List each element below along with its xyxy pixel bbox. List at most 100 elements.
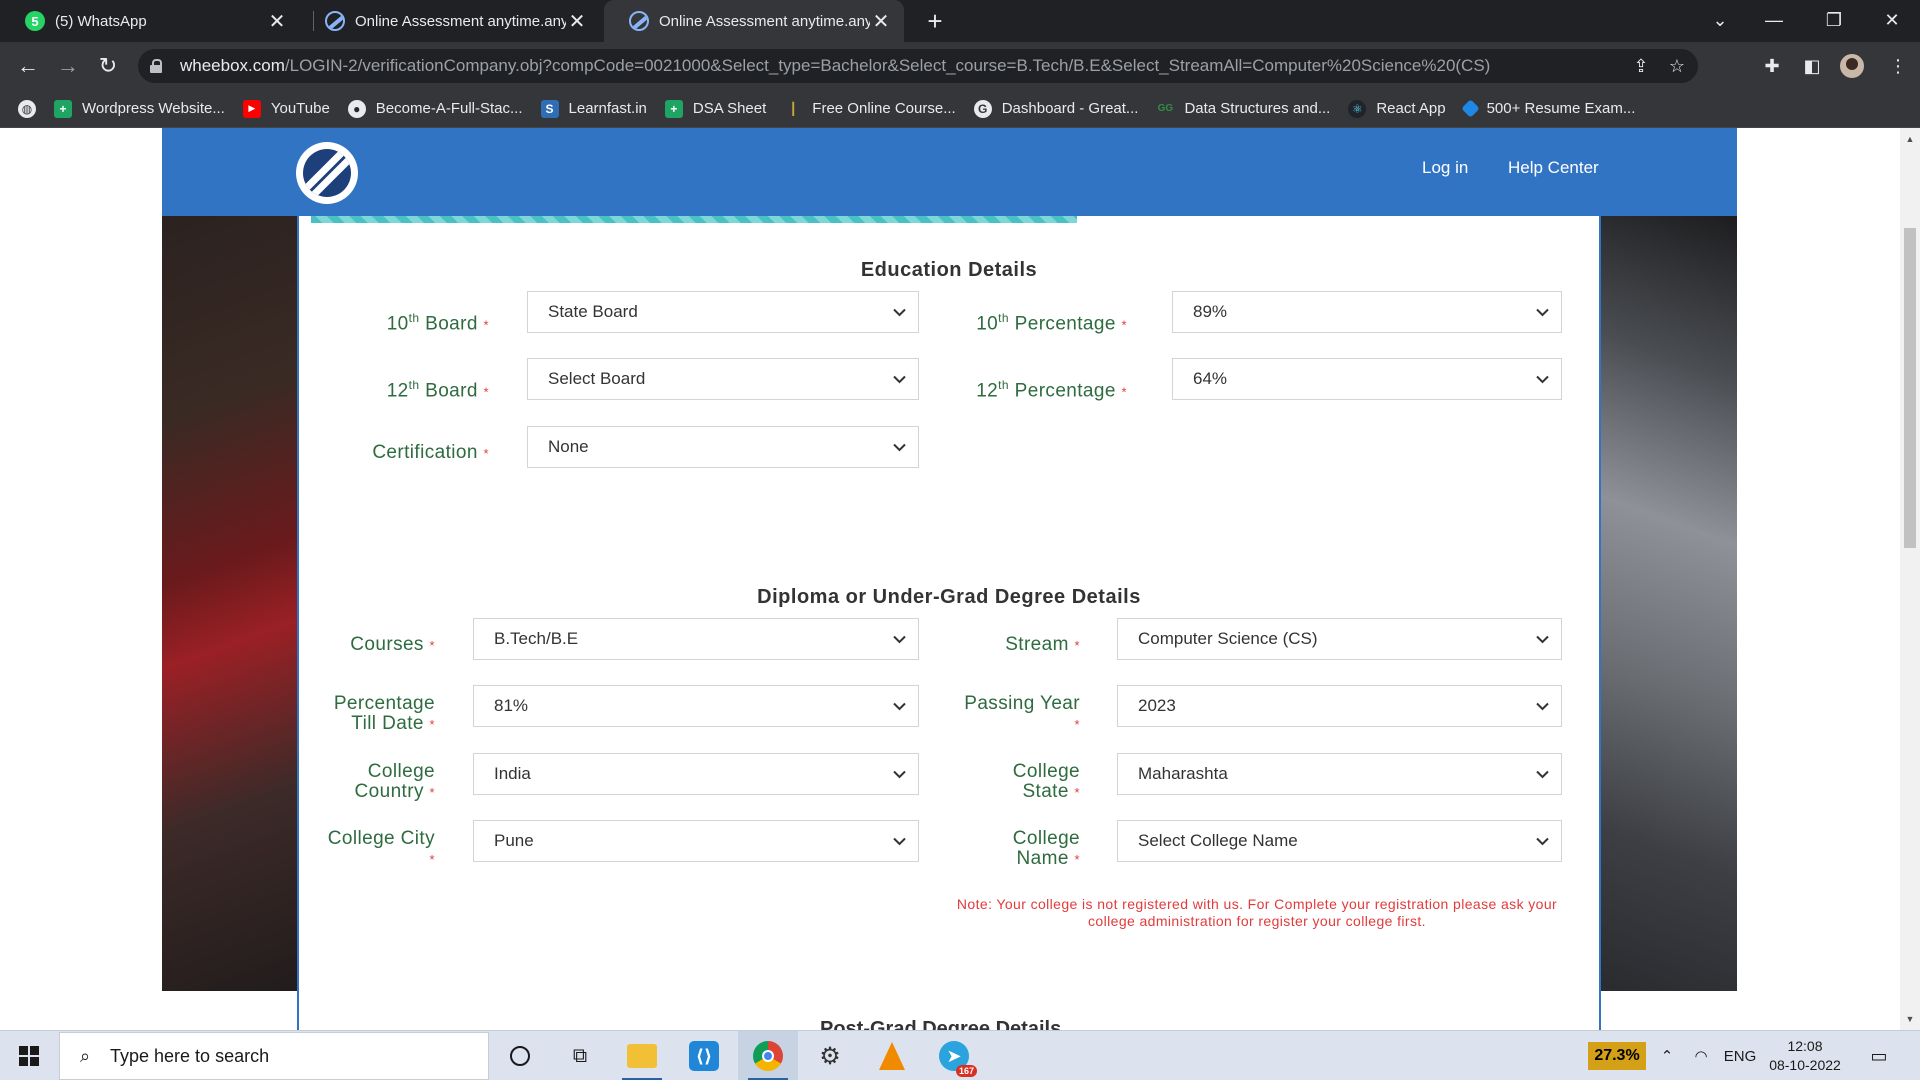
close-window-icon[interactable]: ✕ <box>1864 0 1920 40</box>
tab-title: Online Assessment anytime.anyw <box>355 12 566 30</box>
college-city-label: College City * <box>327 828 435 868</box>
help-center-link[interactable]: Help Center <box>1508 158 1599 178</box>
windows-start-icon[interactable] <box>0 1031 58 1080</box>
taskbar-search-box[interactable]: ⌕ Type here to search <box>59 1032 489 1080</box>
github-icon: ● <box>347 99 366 118</box>
vscode-icon[interactable]: ⟨⟩ <box>674 1031 734 1080</box>
courses-label: Courses * <box>350 634 435 655</box>
menu-kebab-icon[interactable]: ⋮ <box>1882 50 1914 82</box>
certification-label: Certification * <box>372 442 489 463</box>
wheebox-logo[interactable] <box>296 142 358 204</box>
college-city-select[interactable]: Pune <box>473 820 919 862</box>
extensions-icon[interactable]: ✚ <box>1756 50 1788 82</box>
tenth-board-select[interactable]: State Board <box>527 291 919 333</box>
chevron-down-icon <box>884 297 914 327</box>
chevron-down-icon <box>884 432 914 462</box>
task-view-icon[interactable]: ⧉ <box>550 1031 610 1080</box>
bookmark-item[interactable]: ⚛ React App <box>1339 94 1454 124</box>
close-tab-icon[interactable]: ✕ <box>870 10 892 33</box>
show-hidden-icons-chevron-icon[interactable]: ⌃ <box>1652 1031 1682 1080</box>
apps-globe-icon[interactable]: ◍ <box>18 94 45 124</box>
certification-select[interactable]: None <box>527 426 919 468</box>
side-panel-icon[interactable]: ◧ <box>1796 50 1828 82</box>
web-page: Log in Help Center Education Details 10t… <box>0 128 1900 1030</box>
scroll-up-icon[interactable]: ▲ <box>1905 134 1915 144</box>
language-indicator[interactable]: ENG <box>1720 1031 1760 1080</box>
tab-online-assessment-1[interactable]: Online Assessment anytime.anyw ✕ <box>300 0 600 42</box>
system-clock[interactable]: 12:08 08-10-2022 <box>1760 1037 1850 1075</box>
diploma-section-title: Diploma or Under-Grad Degree Details <box>757 586 1141 608</box>
bookmark-item[interactable]: 500+ Resume Exam... <box>1455 94 1645 124</box>
address-bar[interactable]: wheebox.com/LOGIN-2/verificationCompany.… <box>138 49 1698 83</box>
percentage-till-date-select[interactable]: 81% <box>473 685 919 727</box>
learnfast-icon: S <box>540 99 559 118</box>
tab-title: Online Assessment anytime.anyw <box>659 12 870 30</box>
wifi-icon[interactable]: ◠ <box>1684 1031 1718 1080</box>
bookmark-item[interactable]: ┃ Free Online Course... <box>775 94 964 124</box>
twelfth-board-select[interactable]: Select Board <box>527 358 919 400</box>
windows-taskbar: ⌕ Type here to search ⧉ ⟨⟩ ⚙ ➤ 167 27.3% … <box>0 1030 1920 1080</box>
forward-arrow-icon[interactable]: → <box>52 50 84 82</box>
twelfth-percentage-select[interactable]: 64% <box>1172 358 1562 400</box>
college-name-select[interactable]: Select College Name <box>1117 820 1562 862</box>
college-country-select[interactable]: India <box>473 753 919 795</box>
settings-gear-icon[interactable]: ⚙ <box>800 1031 860 1080</box>
college-not-registered-note: Note: Your college is not registered wit… <box>956 896 1558 929</box>
courses-select[interactable]: B.Tech/B.E <box>473 618 919 660</box>
tenth-percentage-select[interactable]: 89% <box>1172 291 1562 333</box>
restore-icon[interactable]: ❐ <box>1806 0 1862 40</box>
close-tab-icon[interactable]: ✕ <box>566 10 588 33</box>
progress-bar <box>311 216 1077 223</box>
close-tab-icon[interactable]: ✕ <box>266 10 288 33</box>
notifications-icon[interactable]: ▭ <box>1864 1041 1894 1071</box>
background-photo-right <box>1600 216 1737 991</box>
background-photo-left <box>162 216 300 991</box>
resume-icon <box>1460 99 1480 118</box>
chevron-down-icon <box>1527 691 1557 721</box>
college-state-select[interactable]: Maharashta <box>1117 753 1562 795</box>
share-icon[interactable]: ⇪ <box>1626 51 1656 81</box>
tab-whatsapp[interactable]: 5 (5) WhatsApp ✕ <box>0 0 300 42</box>
bookmark-item[interactable]: ▶ YouTube <box>234 94 339 124</box>
chrome-icon[interactable] <box>738 1031 798 1080</box>
bookmark-item[interactable]: + Wordpress Website... <box>45 94 234 124</box>
react-icon: ⚛ <box>1348 99 1367 118</box>
bookmark-item[interactable]: S Learnfast.in <box>532 94 656 124</box>
twelfth-percentage-label: 12th Percentage * <box>976 378 1127 402</box>
page-scrollbar[interactable]: ▲ ▼ <box>1900 128 1920 1030</box>
new-tab-button[interactable]: + <box>920 6 950 36</box>
bookmark-item[interactable]: ● Become-A-Full-Stac... <box>339 94 532 124</box>
profile-avatar[interactable] <box>1838 52 1866 80</box>
chevron-down-icon <box>884 364 914 394</box>
back-arrow-icon[interactable]: ← <box>12 50 44 82</box>
whatsapp-icon: 5 <box>25 11 45 31</box>
bookmark-item[interactable]: G Dashboard - Great... <box>965 94 1148 124</box>
college-name-label: College Name * <box>1012 828 1080 869</box>
passing-year-label: Passing Year * <box>964 693 1080 733</box>
passing-year-select[interactable]: 2023 <box>1117 685 1562 727</box>
tab-online-assessment-active[interactable]: Online Assessment anytime.anyw ✕ <box>604 0 904 42</box>
file-explorer-icon[interactable] <box>612 1031 672 1080</box>
chevron-down-icon <box>884 691 914 721</box>
tenth-percentage-label: 10th Percentage * <box>976 311 1127 335</box>
vlc-icon[interactable] <box>862 1031 922 1080</box>
stream-select[interactable]: Computer Science (CS) <box>1117 618 1562 660</box>
star-icon[interactable]: ☆ <box>1662 51 1692 81</box>
cpu-usage-indicator[interactable]: 27.3% <box>1588 1042 1646 1070</box>
scroll-down-icon[interactable]: ▼ <box>1905 1014 1915 1024</box>
bookmark-item[interactable]: GG Data Structures and... <box>1147 94 1339 124</box>
telegram-icon[interactable]: ➤ 167 <box>924 1031 984 1080</box>
scrollbar-thumb[interactable] <box>1904 228 1916 548</box>
minimize-icon[interactable]: — <box>1746 0 1802 40</box>
site-header: Log in Help Center <box>162 128 1737 216</box>
tab-title: (5) WhatsApp <box>55 12 147 30</box>
cortana-icon[interactable] <box>490 1031 550 1080</box>
bookmark-item[interactable]: + DSA Sheet <box>656 94 775 124</box>
education-section-title: Education Details <box>860 259 1038 281</box>
postgrad-section-title: Post-Grad Degree Details <box>820 1018 1062 1030</box>
tab-search-icon[interactable]: ⌄ <box>1692 0 1748 40</box>
login-link[interactable]: Log in <box>1422 158 1468 178</box>
g-icon: G <box>973 99 992 118</box>
reload-icon[interactable]: ↻ <box>92 50 124 82</box>
wheebox-icon <box>629 11 649 31</box>
